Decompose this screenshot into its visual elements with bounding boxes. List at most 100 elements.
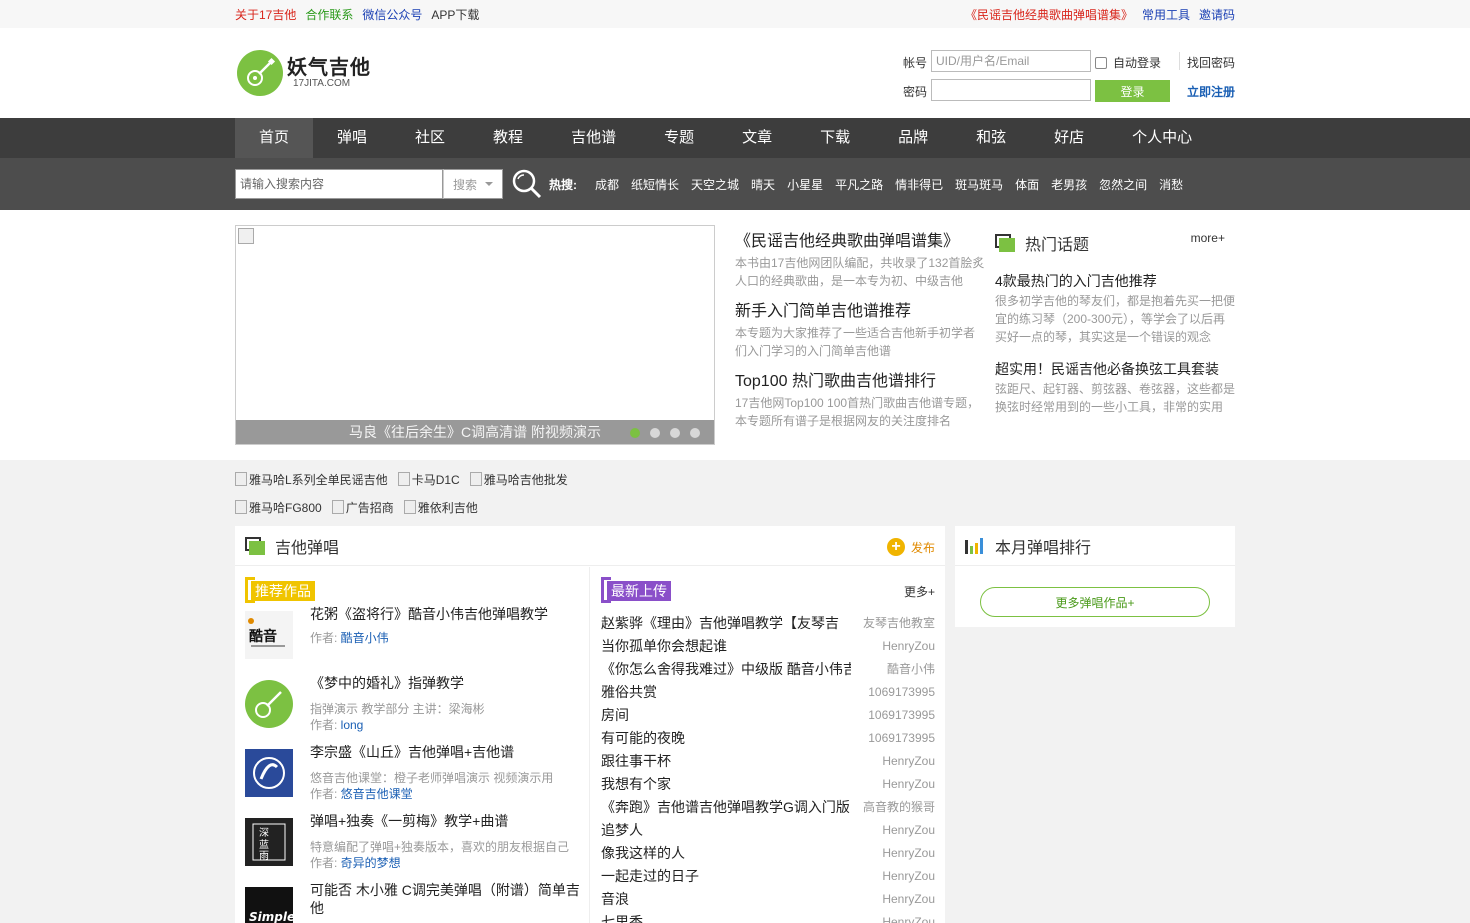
top-link[interactable]: 常用工具 [1142,8,1190,22]
hot-search-item[interactable]: 晴天 [751,176,775,193]
latest-author[interactable]: HenryZou [882,892,935,906]
latest-item[interactable]: 当你孤单你会想起谁 HenryZou [601,634,935,657]
nav-item[interactable]: 社区 [391,118,469,158]
hot-search-item[interactable]: 小星星 [787,176,823,193]
latest-title[interactable]: 一起走过的日子 [601,866,851,886]
hot-search-item[interactable]: 成都 [595,176,619,193]
latest-author[interactable]: 1069173995 [868,731,935,745]
work-thumbnail[interactable] [245,749,293,797]
latest-item[interactable]: 赵紫骅《理由》吉他弹唱教学【友琴吉 友琴吉他教室 [601,611,935,634]
topic-title[interactable]: 超实用！民谣吉他必备换弦工具套装 [995,360,1235,378]
latest-title[interactable]: 追梦人 [601,820,851,840]
topic-title[interactable]: 4款最热门的入门吉他推荐 [995,272,1235,290]
latest-author[interactable]: 友琴吉他教室 [863,614,935,631]
latest-title[interactable]: 房间 [601,705,851,725]
hot-search-item[interactable]: 体面 [1015,176,1039,193]
nav-item[interactable]: 好店 [1030,118,1108,158]
latest-title[interactable]: 赵紫骅《理由》吉他弹唱教学【友琴吉 [601,613,851,633]
latest-item[interactable]: 音浪 HenryZou [601,887,935,910]
author-link[interactable]: 奇异的梦想 [341,856,401,870]
nav-item[interactable]: 弹唱 [313,118,391,158]
latest-item[interactable]: 我想有个家 HenryZou [601,772,935,795]
latest-title[interactable]: 像我这样的人 [601,843,851,863]
site-logo[interactable]: 妖气吉他 17JITA.COM [237,50,371,96]
ad-link[interactable]: 雅马哈FG800 [235,499,322,516]
image-slider[interactable]: 马良《往后余生》C调高清谱 附视频演示 [235,225,715,445]
nav-item[interactable]: 首页 [235,118,314,158]
work-thumbnail[interactable]: 深蓝雨 [245,818,293,866]
nav-item[interactable]: 下载 [796,118,874,158]
latest-title[interactable]: 《奔跑》吉他谱吉他弹唱教学G调入门版 [601,797,851,817]
latest-author[interactable]: HenryZou [882,846,935,860]
latest-author[interactable]: HenryZou [882,823,935,837]
topic-item[interactable]: 4款最热门的入门吉他推荐 很多初学吉他的琴友们，都是抱着先买一把便宜的练习琴（20… [995,272,1235,346]
latest-item[interactable]: 雅俗共赏 1069173995 [601,680,935,703]
latest-author[interactable]: HenryZou [882,777,935,791]
latest-author[interactable]: 酷音小伟 [887,660,935,677]
register-link[interactable]: 立即注册 [1187,83,1235,100]
latest-author[interactable]: HenryZou [882,915,935,923]
latest-title[interactable]: 我想有个家 [601,774,851,794]
recommended-item[interactable]: 深蓝雨弹唱+独奏《一剪梅》教学+曲谱 特意编配了弹唱+独奏版本，喜欢的朋友根据自己… [235,812,589,881]
latest-title[interactable]: 《你怎么舍得我难过》中级版 酷音小伟吉他 [601,659,851,679]
password-input[interactable] [931,79,1091,101]
hot-search-item[interactable]: 天空之城 [691,176,739,193]
hot-search-item[interactable]: 老男孩 [1051,176,1087,193]
top-link[interactable]: 合作联系 [305,8,353,22]
slider-dot[interactable] [630,428,640,438]
featured-title[interactable]: Top100 热门歌曲吉他谱排行 [735,372,985,392]
hot-search-item[interactable]: 忽然之间 [1099,176,1147,193]
ad-link[interactable]: 广告招商 [331,499,394,516]
work-thumbnail[interactable] [245,680,293,728]
hot-search-item[interactable]: 纸短情长 [631,176,679,193]
featured-item[interactable]: 新手入门简单吉他谱推荐 本专题为大家推荐了一些适合吉他新手初学者们入门学习的入门简… [735,302,985,372]
work-thumbnail[interactable]: 酷音 [245,611,293,659]
author-link[interactable]: 悠音吉他课堂 [341,787,413,801]
featured-item[interactable]: 《民谣吉他经典歌曲弹唱谱集》 本书由17吉他网团队编配，共收录了132首脍炙人口的… [735,232,985,302]
latest-item[interactable]: 《你怎么舍得我难过》中级版 酷音小伟吉他 酷音小伟 [601,657,935,680]
featured-title[interactable]: 新手入门简单吉他谱推荐 [735,302,985,322]
ad-link[interactable]: 雅马哈L系列全单民谣吉他 [235,471,388,488]
latest-author[interactable]: HenryZou [882,639,935,653]
topic-item[interactable]: 超实用！民谣吉他必备换弦工具套装 弦距尺、起钉器、剪弦器、卷弦器，这些都是换弦时经… [995,360,1235,416]
latest-author[interactable]: 1069173995 [868,685,935,699]
search-type-select[interactable]: 搜索 [443,169,503,199]
latest-item[interactable]: 像我这样的人 HenryZou [601,841,935,864]
latest-title[interactable]: 雅俗共赏 [601,682,851,702]
hot-search-item[interactable]: 消愁 [1159,176,1183,193]
work-title[interactable]: 李宗盛《山丘》吉他弹唱+吉他谱 [310,743,585,761]
publish-button[interactable]: + 发布 [886,538,935,556]
latest-item[interactable]: 跟往事干杯 HenryZou [601,749,935,772]
nav-item[interactable]: 文章 [718,118,796,158]
top-link[interactable]: 邀请码 [1199,8,1235,22]
work-title[interactable]: 弹唱+独奏《一剪梅》教学+曲谱 [310,812,585,830]
hot-topics-more-link[interactable]: more+ [1191,231,1225,245]
search-icon[interactable] [511,168,543,200]
author-link[interactable]: 酷音小伟 [341,631,389,645]
ad-link[interactable]: 卡马D1C [397,471,460,488]
ad-link[interactable]: 雅依利吉他 [403,499,478,516]
slider-dot[interactable] [650,428,660,438]
nav-item[interactable]: 品牌 [874,118,952,158]
ad-link[interactable]: 雅马哈吉他批发 [469,471,568,488]
nav-item[interactable]: 和弦 [952,118,1030,158]
slider-dot[interactable] [670,428,680,438]
top-link[interactable]: 微信公众号 [362,8,422,22]
hot-search-item[interactable]: 平凡之路 [835,176,883,193]
slider-dot[interactable] [690,428,700,438]
latest-item[interactable]: 七里香 HenryZou [601,910,935,923]
recommended-item[interactable]: 《梦中的婚礼》指弹教学 指弹演示 教学部分 主讲：梁海彬 作者: long [235,674,589,743]
nav-item[interactable]: 个人中心 [1108,118,1216,158]
latest-title[interactable]: 跟往事干杯 [601,751,851,771]
latest-more-link[interactable]: 更多+ [904,583,935,600]
latest-item[interactable]: 追梦人 HenryZou [601,818,935,841]
checkbox-icon[interactable] [1095,56,1107,69]
latest-author[interactable]: HenryZou [882,869,935,883]
top-link[interactable]: 《民谣吉他经典歌曲弹唱谱集》 [965,8,1133,22]
hot-search-item[interactable]: 斑马斑马 [955,176,1003,193]
nav-item[interactable]: 教程 [469,118,547,158]
nav-item[interactable]: 专题 [640,118,718,158]
account-input[interactable] [931,50,1091,72]
search-input[interactable] [235,169,443,199]
nav-item[interactable]: 吉他谱 [547,118,640,158]
